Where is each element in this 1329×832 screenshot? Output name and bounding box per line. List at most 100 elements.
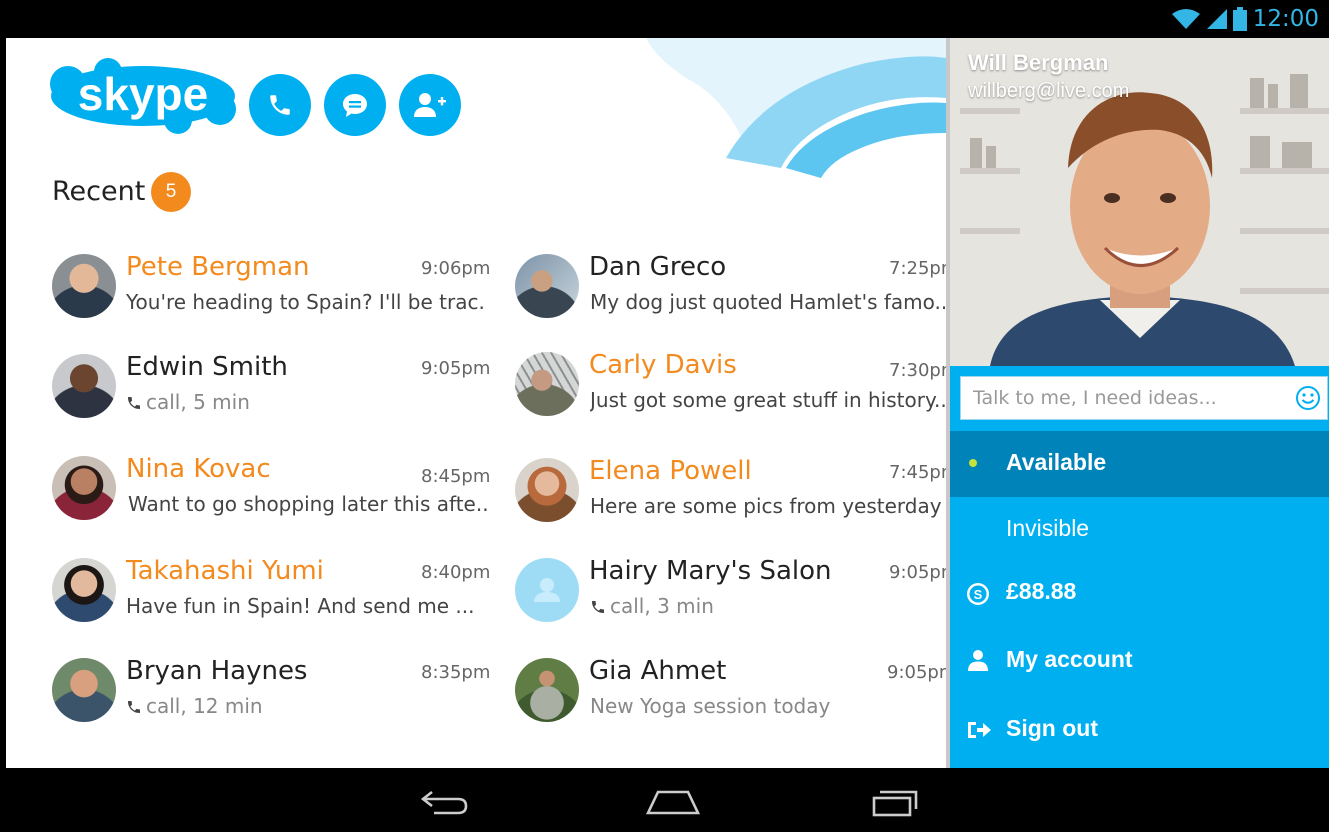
contact-message: Have fun in Spain! And send me ... xyxy=(126,594,475,618)
avatar xyxy=(515,658,579,722)
presence-dot-icon xyxy=(969,459,977,467)
contact-time: 9:05pm xyxy=(421,358,491,379)
skype-logo: skype xyxy=(50,58,236,134)
contact-message: Here are some pics from yesterday ... xyxy=(590,494,945,518)
profile-panel: Will Bergman willberg@live.com Available… xyxy=(946,38,1329,768)
contact-name: Elena Powell xyxy=(589,456,752,486)
contact-call-info: call, 12 min xyxy=(126,694,486,718)
navigation-bar xyxy=(0,768,1329,832)
emoticon-icon[interactable] xyxy=(1295,385,1321,411)
contact-item-edwin-smith[interactable]: Edwin Smith 9:05pm call, 5 min xyxy=(52,352,492,434)
contact-message: You're heading to Spain? I'll be trac... xyxy=(126,290,486,314)
status-available[interactable]: Available xyxy=(950,431,1329,497)
contact-item-dan-greco[interactable]: Dan Greco 7:25pm My dog just quoted Haml… xyxy=(515,252,946,334)
person-placeholder-icon xyxy=(534,578,560,602)
contact-item-hairy-marys-salon[interactable]: Hairy Mary's Salon 9:05pm call, 3 min xyxy=(515,556,946,638)
profile-name: Will Bergman xyxy=(968,50,1109,75)
avatar xyxy=(52,456,116,520)
status-available-label: Available xyxy=(1006,449,1107,475)
profile-photo[interactable]: Will Bergman willberg@live.com xyxy=(950,38,1329,366)
add-contact-button[interactable] xyxy=(399,74,461,136)
wifi-icon xyxy=(1171,9,1200,29)
skype-credit-amount: £88.88 xyxy=(1006,578,1077,604)
avatar xyxy=(515,458,579,522)
call-button[interactable] xyxy=(249,74,311,136)
contact-message: Just got some great stuff in history... xyxy=(590,388,945,412)
contact-name: Hairy Mary's Salon xyxy=(589,556,832,586)
sign-out-label: Sign out xyxy=(1006,715,1098,741)
sign-out-icon xyxy=(968,722,991,738)
skype-logo-text: skype xyxy=(78,68,208,120)
status-icons: 12:00 xyxy=(1171,6,1319,32)
contact-item-elena-powell[interactable]: Elena Powell 7:45pm Here are some pics f… xyxy=(515,456,946,538)
contact-name: Gia Ahmet xyxy=(589,656,727,686)
contact-time: 9:05pm xyxy=(889,562,946,583)
contact-item-nina-kovac[interactable]: Nina Kovac 8:45pm Want to go shopping la… xyxy=(52,454,492,536)
contact-time: 7:45pm xyxy=(889,462,946,483)
call-duration: call, 12 min xyxy=(146,694,263,718)
my-account-label: My account xyxy=(1006,646,1133,672)
mood-message-input[interactable] xyxy=(961,377,1291,419)
avatar xyxy=(52,254,116,318)
mood-message-field[interactable] xyxy=(960,376,1328,420)
avatar xyxy=(515,254,579,318)
status-clock: 12:00 xyxy=(1252,6,1319,32)
sign-out[interactable]: Sign out xyxy=(950,697,1329,763)
recent-apps-button[interactable] xyxy=(870,786,922,818)
my-account[interactable]: My account xyxy=(950,628,1329,694)
contact-name: Edwin Smith xyxy=(126,352,288,382)
contact-time: 7:30pm xyxy=(889,360,946,381)
avatar xyxy=(515,352,579,416)
contact-time: 9:06pm xyxy=(421,258,491,279)
contact-name: Dan Greco xyxy=(589,252,727,282)
phone-icon xyxy=(270,95,290,115)
recent-count-badge: 5 xyxy=(151,172,191,212)
person-icon xyxy=(968,650,988,671)
contact-item-carly-davis[interactable]: Carly Davis 7:30pm Just got some great s… xyxy=(515,350,946,432)
recent-title: Recent xyxy=(52,176,146,207)
avatar xyxy=(52,558,116,622)
call-icon xyxy=(128,397,140,409)
skype-credit[interactable]: S £88.88 xyxy=(950,560,1329,626)
chat-bubble-icon xyxy=(343,94,367,117)
contact-time: 8:45pm xyxy=(421,466,491,487)
status-invisible-label: Invisible xyxy=(1006,515,1090,541)
main-area: skype Recent 5 Pete Bergman 9:06pm You'r… xyxy=(6,38,946,768)
contact-name: Pete Bergman xyxy=(126,252,310,282)
contact-call-info: call, 5 min xyxy=(126,390,486,414)
contact-time: 9:05pm xyxy=(887,662,946,683)
contact-item-bryan-haynes[interactable]: Bryan Haynes 8:35pm call, 12 min xyxy=(52,656,492,738)
avatar-placeholder xyxy=(515,558,579,622)
back-button[interactable] xyxy=(420,788,470,816)
contact-name: Carly Davis xyxy=(589,350,737,380)
status-invisible[interactable]: Invisible xyxy=(950,497,1329,563)
call-icon xyxy=(128,701,140,713)
contact-item-takahashi-yumi[interactable]: Takahashi Yumi 8:40pm Have fun in Spain!… xyxy=(52,556,492,638)
contact-name: Takahashi Yumi xyxy=(126,556,324,586)
avatar xyxy=(52,658,116,722)
home-button[interactable] xyxy=(645,788,701,816)
contact-message: My dog just quoted Hamlet's famo... xyxy=(590,290,945,314)
skype-credit-icon: S xyxy=(967,583,989,605)
svg-text:S: S xyxy=(974,587,983,602)
battery-icon xyxy=(1232,7,1247,31)
contact-time: 7:25pm xyxy=(889,258,946,279)
call-icon xyxy=(592,601,604,613)
avatar xyxy=(52,354,116,418)
chat-button[interactable] xyxy=(324,74,386,136)
signal-icon xyxy=(1206,9,1227,29)
contact-time: 8:35pm xyxy=(421,662,491,683)
contact-name: Nina Kovac xyxy=(126,454,271,484)
profile-email: willberg@live.com xyxy=(968,80,1130,102)
contact-item-pete-bergman[interactable]: Pete Bergman 9:06pm You're heading to Sp… xyxy=(52,252,492,334)
contact-message: New Yoga session today xyxy=(590,694,831,718)
contact-time: 8:40pm xyxy=(421,562,491,583)
call-duration: call, 5 min xyxy=(146,390,250,414)
contact-message: Want to go shopping later this afte... xyxy=(128,492,488,516)
contact-call-info: call, 3 min xyxy=(590,594,946,618)
contact-item-gia-ahmet[interactable]: Gia Ahmet 9:05pm New Yoga session today xyxy=(515,656,946,738)
contact-name: Bryan Haynes xyxy=(126,656,308,686)
call-duration: call, 3 min xyxy=(610,594,714,618)
add-person-icon xyxy=(414,93,446,117)
status-bar: 12:00 xyxy=(0,0,1329,38)
